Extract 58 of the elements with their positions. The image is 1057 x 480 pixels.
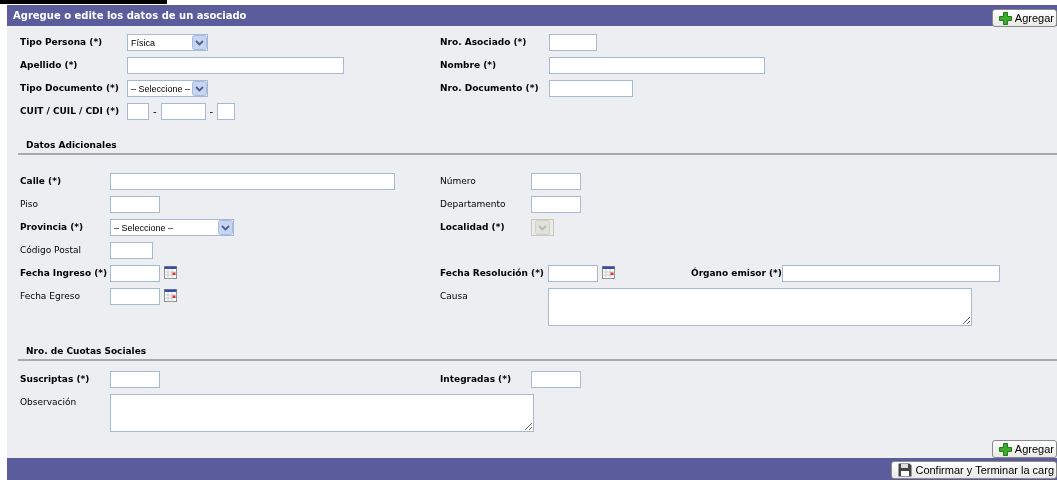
text-field[interactable]: [549, 34, 597, 51]
field-label: Suscriptas (*): [20, 373, 91, 386]
text-field[interactable]: [531, 371, 581, 388]
field-label: CUIT / CUIL / CDI (*): [20, 105, 120, 118]
field-label: Nro. Asociado (*): [440, 36, 528, 49]
add-button[interactable]: Agregar: [991, 9, 1057, 27]
field-label: Órgano emisor (*): [691, 266, 782, 280]
calendar-icon[interactable]: [164, 266, 177, 279]
text-field[interactable]: [217, 103, 236, 120]
field-label: Apellido (*): [20, 59, 79, 72]
field-label: Fecha Ingreso (*): [20, 267, 109, 280]
section-title: Datos Adicionales: [26, 140, 117, 150]
text-field[interactable]: [127, 57, 344, 74]
field-label: Observación: [20, 396, 78, 409]
field-label: Calle (*): [20, 175, 63, 188]
field-label: Tipo Documento (*): [20, 82, 120, 95]
text-field[interactable]: [110, 242, 153, 259]
dropdown-field[interactable]: – Seleccione –: [127, 80, 208, 97]
separator-text: -: [209, 105, 214, 119]
field-label: Provincia (*): [20, 221, 85, 234]
text-area[interactable]: [110, 394, 534, 432]
text-field[interactable]: [127, 103, 149, 120]
text-field[interactable]: [549, 80, 633, 97]
field-label: Integradas (*): [440, 373, 513, 386]
text-field[interactable]: [110, 371, 160, 388]
calendar-icon[interactable]: [602, 266, 615, 279]
field-label: Fecha Resolución (*): [440, 267, 545, 280]
date-field[interactable]: [110, 265, 160, 282]
dropdown-field[interactable]: Física: [127, 34, 208, 51]
text-field[interactable]: [110, 196, 160, 213]
calendar-icon[interactable]: [164, 289, 177, 302]
plus-icon: [998, 442, 1012, 456]
plus-icon: [998, 11, 1012, 25]
text-field[interactable]: [782, 265, 1000, 282]
confirm-button[interactable]: Confirmar y Terminar la carg: [891, 461, 1057, 479]
text-area[interactable]: [548, 288, 972, 326]
panel-title: Agregue o edite los datos de un asociado: [12, 9, 247, 21]
dropdown-field[interactable]: – Seleccione –: [110, 219, 234, 236]
field-label: Fecha Egreso: [20, 290, 81, 303]
field-label: Número: [440, 175, 477, 188]
field-label: Nombre (*): [440, 59, 498, 72]
field-label: Piso: [20, 198, 39, 211]
field-label: Tipo Persona (*): [20, 36, 104, 49]
text-field[interactable]: [531, 196, 581, 213]
field-label: Nro. Documento (*): [440, 82, 540, 95]
text-field[interactable]: [531, 173, 581, 190]
date-field[interactable]: [110, 288, 160, 305]
text-field[interactable]: [549, 57, 765, 74]
date-field[interactable]: [548, 265, 598, 282]
text-field[interactable]: [160, 103, 206, 120]
section-title: Nro. de Cuotas Sociales: [26, 346, 147, 356]
field-label: Departamento: [440, 198, 507, 211]
separator-text: -: [153, 105, 157, 119]
field-label: Causa: [440, 290, 469, 303]
add-button[interactable]: Agregar: [991, 440, 1057, 458]
field-label: Localidad (*): [440, 221, 506, 234]
text-field[interactable]: [110, 173, 395, 190]
field-label: Código Postal: [20, 244, 82, 257]
